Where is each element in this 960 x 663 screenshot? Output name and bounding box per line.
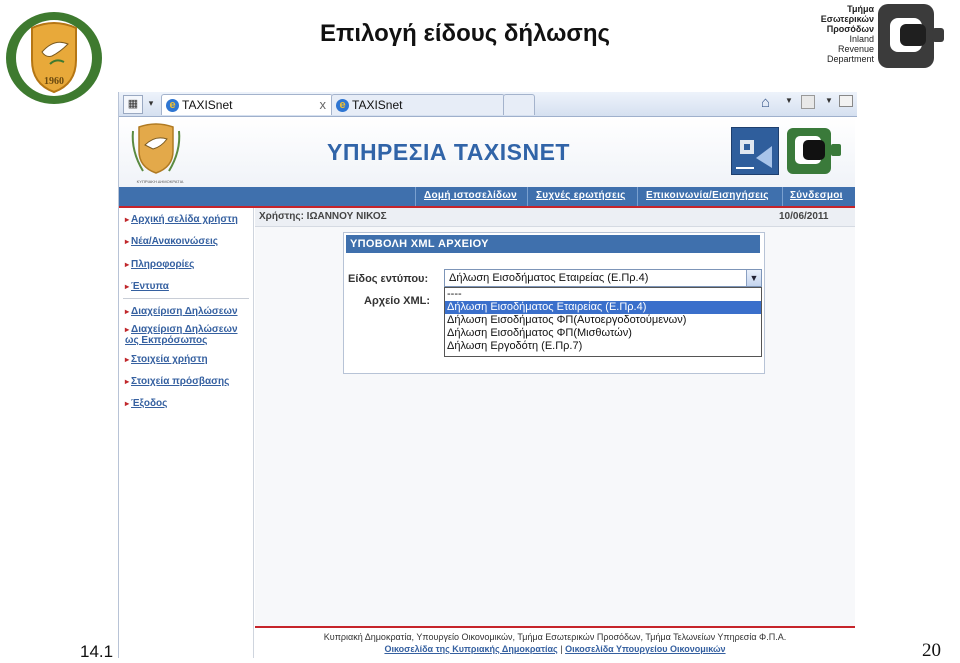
svg-text:1960: 1960 [44, 76, 64, 87]
panel-header: ΥΠΟΒΟΛΗ XML ΑΡΧΕΙΟΥ [346, 235, 760, 253]
arrow-icon: ▸ [125, 307, 130, 316]
site-title: ΥΠΗΡΕΣΙΑ TAXISNET [327, 139, 570, 165]
arrow-icon: ▸ [125, 215, 130, 224]
browser-window: ▦ ▾ e TAXISnet x e TAXISnet ⌂ ▼ ▼ ΚΥΠΡΙΑΚΗ… [118, 92, 857, 658]
nav-link-site-structure[interactable]: Δομή ιστοσελίδων [424, 190, 517, 201]
ird-logo [878, 4, 944, 68]
dropdown-option[interactable]: Δήλωση Εισοδήματος ΦΠ(Αυτοεργοδοτούμενων… [445, 314, 761, 327]
emblem-caption: ΚΥΠΡΙΑΚΗ ΔΗΜΟΚΡΑΤΙΑ [136, 179, 184, 184]
dropdown-option[interactable]: Δήλωση Εργοδότη (Ε.Πρ.7) [445, 340, 761, 353]
nav-link-links[interactable]: Σύνδεσμοι [790, 190, 843, 201]
footer-links: Οικοσελίδα της Κυπριακής Δημοκρατίας | Ο… [255, 644, 855, 654]
menu-item-user-details[interactable]: ▸ Στοιχεία χρήστη [125, 354, 253, 365]
menu-item-user-home[interactable]: ▸ Αρχική σελίδα χρήστη [125, 214, 253, 225]
dropdown-option[interactable]: ---- [445, 288, 761, 301]
nav-link-contact[interactable]: Επικοινωνία/Εισηγήσεις [646, 190, 769, 201]
slide-page-number: 20 [922, 640, 941, 661]
sitemap-icon[interactable] [731, 127, 779, 175]
nav-link-faq[interactable]: Συχνές ερωτήσεις [536, 190, 626, 201]
ird-logo [787, 128, 841, 174]
chevron-down-icon[interactable]: ▼ [746, 270, 761, 286]
new-tab-button[interactable] [503, 94, 535, 115]
site-header: ΚΥΠΡΙΑΚΗ ΔΗΜΟΚΡΑΤΙΑ ΥΠΗΡΕΣΙΑ TAXISNET [119, 117, 855, 187]
home-icon[interactable]: ⌂ [761, 94, 770, 111]
arrow-icon: ▸ [125, 377, 130, 386]
site-footer: Κυπριακή Δημοκρατία, Υπουργείο Οικονομικ… [255, 626, 855, 658]
menu-item-access-details[interactable]: ▸ Στοιχεία πρόσβασης [125, 376, 253, 387]
feeds-dropdown-chevron-icon[interactable]: ▼ [825, 96, 833, 105]
menu-item-news[interactable]: ▸ Νέα/Ανακοινώσεις [125, 236, 253, 247]
footer-separator: | [560, 644, 563, 654]
tab-label: TAXISnet [182, 98, 233, 112]
form-type-select[interactable]: Δήλωση Εισοδήματος Εταιρείας (Ε.Πρ.4) ▼ [444, 269, 762, 287]
quick-tabs-icon[interactable]: ▦ [123, 95, 143, 114]
tab-label: TAXISnet [352, 98, 403, 112]
slide-date: 14.1 [80, 642, 114, 661]
ird-wordmark: Τμήμα Εσωτερικών Προσόδων Inland Revenue… [820, 4, 874, 64]
menu-item-logout[interactable]: ▸ Έξοδος [125, 398, 253, 409]
arrow-icon: ▸ [125, 399, 130, 408]
cyprus-emblem-logo: 1960 [6, 12, 102, 104]
browser-tab-taxisnet[interactable]: e TAXISnet [331, 94, 505, 115]
footer-text: Κυπριακή Δημοκρατία, Υπουργείο Οικονομικ… [323, 632, 787, 642]
menu-item-manage-returns[interactable]: ▸ Διαχείριση Δηλώσεων [125, 306, 253, 317]
arrow-icon: ▸ [125, 282, 130, 291]
dropdown-option[interactable]: Δήλωση Εισοδήματος ΦΠ(Μισθωτών) [445, 327, 761, 340]
xml-upload-panel: ΥΠΟΒΟΛΗ XML ΑΡΧΕΙΟΥ Είδος εντύπου: Αρχεί… [343, 232, 765, 374]
ie-icon: e [336, 99, 349, 113]
user-name: Χρήστης: ΙΩΑΝΝΟΥ ΝΙΚΟΣ [259, 211, 387, 222]
user-bar: Χρήστης: ΙΩΑΝΝΟΥ ΝΙΚΟΣ 10/06/2011 [255, 208, 855, 227]
arrow-icon: ▸ [125, 260, 130, 269]
home-dropdown-chevron-icon[interactable]: ▼ [785, 96, 793, 105]
current-date: 10/06/2011 [779, 211, 829, 222]
browser-tab-bar: ▦ ▾ e TAXISnet x e TAXISnet ⌂ ▼ ▼ [119, 92, 857, 117]
print-icon[interactable] [839, 95, 853, 107]
close-tab-icon[interactable]: x [320, 95, 327, 115]
dropdown-option-highlighted[interactable]: Δήλωση Εισοδήματος Εταιρείας (Ε.Πρ.4) [445, 301, 761, 314]
arrow-icon: ▸ [125, 237, 130, 246]
browser-tab-taxisnet-active[interactable]: e TAXISnet x [161, 94, 333, 115]
nav-separator [782, 187, 783, 206]
feeds-icon[interactable] [801, 95, 815, 109]
nav-separator [415, 187, 416, 206]
form-type-label: Είδος εντύπου: [348, 273, 429, 285]
arrow-icon: ▸ [125, 355, 130, 364]
slide-title: Επιλογή είδους δήλωσης [320, 20, 610, 47]
nav-separator [637, 187, 638, 206]
nav-separator [527, 187, 528, 206]
ie-icon: e [166, 99, 179, 113]
cyprus-emblem-logo [131, 123, 181, 174]
xml-file-label: Αρχείο XML: [364, 295, 431, 307]
footer-link-ministry-finance[interactable]: Οικοσελίδα Υπουργείου Οικονομικών [565, 644, 726, 654]
menu-item-forms[interactable]: ▸ Έντυπα [125, 281, 253, 292]
site-nav-bar: Δομή ιστοσελίδων Συχνές ερωτήσεις Επικοι… [119, 187, 855, 208]
tab-list-chevron-icon[interactable]: ▾ [145, 95, 157, 112]
menu-item-manage-returns-as-representative[interactable]: ▸ Διαχείριση Δηλώσεων ως Εκπρόσωπος [125, 324, 247, 346]
menu-divider [123, 298, 249, 299]
footer-link-cyprus-gov[interactable]: Οικοσελίδα της Κυπριακής Δημοκρατίας [384, 644, 557, 654]
form-type-dropdown-list: ---- Δήλωση Εισοδήματος Εταιρείας (Ε.Πρ.… [444, 287, 762, 357]
selected-value: Δήλωση Εισοδήματος Εταιρείας (Ε.Πρ.4) [449, 272, 649, 284]
menu-item-information[interactable]: ▸ Πληροφορίες [125, 259, 253, 270]
panel-title: ΥΠΟΒΟΛΗ XML ΑΡΧΕΙΟΥ [350, 238, 489, 250]
left-menu [119, 208, 254, 658]
arrow-icon: ▸ [125, 325, 130, 334]
